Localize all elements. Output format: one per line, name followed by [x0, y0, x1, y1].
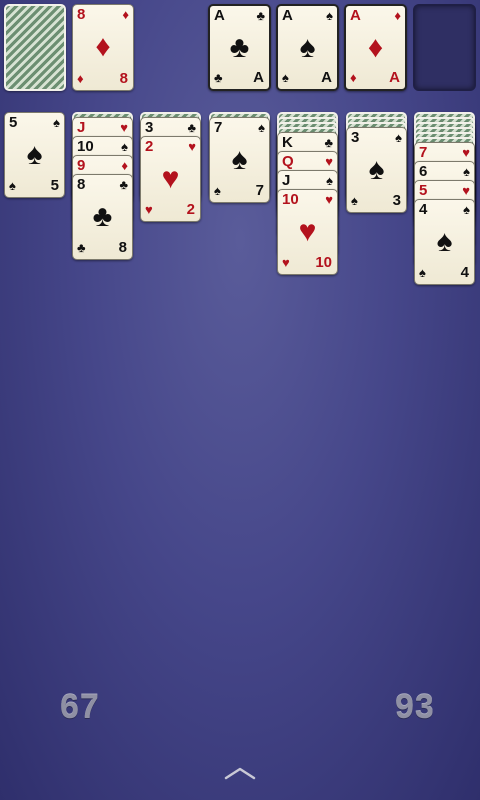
card-suit-icon: ♥ — [462, 183, 470, 198]
card-rank-bottom: 2 — [186, 201, 195, 218]
card-suit-center-icon: ♥ — [161, 162, 180, 195]
card-rank: A — [214, 7, 225, 24]
card-suit-center-icon: ♠ — [299, 31, 316, 64]
card-suit-bottom-icon: ♣ — [214, 70, 223, 85]
card-rank: 3 — [351, 129, 360, 146]
card-rank: 7 — [419, 144, 428, 161]
game-board: 8 ♦ ♦ ♦ 8 A♣♣♣AA♠♠♠AA♦♦♦A 5♠♠♠5J♥♥♥J10♠♠… — [0, 0, 480, 800]
card-suit-icon: ♥ — [325, 154, 333, 169]
tableau-card[interactable]: 2 ♥ ♥ ♥ 2 — [140, 136, 201, 222]
card-suit-bottom-icon: ♣ — [77, 240, 86, 255]
card-rank-bottom: 7 — [255, 182, 264, 199]
score-left: 67 — [60, 688, 100, 726]
card-rank: 5 — [9, 114, 18, 131]
card-suit-center-icon: ♣ — [92, 200, 113, 233]
tableau-card[interactable]: 3 ♠ ♠ ♠ 3 — [346, 127, 407, 213]
card-suit-icon: ♠ — [121, 139, 128, 154]
card-suit-icon: ♠ — [326, 8, 333, 23]
foundation-pile-2[interactable]: A ♠ ♠ ♠ A — [276, 4, 339, 91]
card-rank: 5 — [419, 182, 428, 199]
card-suit-icon: ♠ — [258, 120, 265, 135]
card-rank: 3 — [145, 119, 154, 136]
tableau-card[interactable]: 5 ♠ ♠ ♠ 5 — [4, 112, 65, 198]
card-rank: 10 — [77, 138, 94, 155]
card-suit-center-icon: ♠ — [368, 153, 385, 186]
foundation-pile-1[interactable]: A ♣ ♣ ♣ A — [208, 4, 271, 91]
card-suit-icon: ♦ — [121, 158, 128, 173]
card-rank: 9 — [77, 157, 86, 174]
card-suit-bottom-icon: ♠ — [282, 70, 289, 85]
card-suit-center-icon: ♥ — [298, 215, 317, 248]
chevron-up-icon[interactable] — [224, 764, 256, 782]
foundation-empty-slot[interactable] — [413, 4, 476, 91]
waste-rank-bottom: 8 — [119, 70, 128, 87]
card-rank: 4 — [419, 201, 428, 218]
tableau-card[interactable]: 8 ♣ ♣ ♣ 8 — [72, 174, 133, 260]
card-rank: 10 — [282, 191, 299, 208]
card-suit-center-icon: ♠ — [436, 225, 453, 258]
card-suit-bottom-icon: ♠ — [214, 183, 221, 198]
card-suit-center-icon: ♣ — [229, 31, 250, 64]
waste-suit-bottom-icon: ♦ — [77, 71, 84, 86]
card-rank-bottom: 8 — [118, 239, 127, 256]
card-rank: K — [282, 134, 293, 151]
card-suit-icon: ♥ — [188, 139, 196, 154]
card-suit-center-icon: ♠ — [26, 138, 43, 171]
card-rank-bottom: A — [389, 69, 400, 86]
tableau-card[interactable]: 10 ♥ ♥ ♥ 10 — [277, 189, 338, 275]
card-rank-bottom: 5 — [50, 177, 59, 194]
card-suit-bottom-icon: ♥ — [282, 255, 290, 270]
card-rank: A — [282, 7, 293, 24]
card-suit-icon: ♥ — [325, 192, 333, 207]
card-suit-icon: ♣ — [256, 8, 265, 23]
card-suit-bottom-icon: ♠ — [419, 265, 426, 280]
card-rank-bottom: 10 — [315, 254, 332, 271]
card-suit-icon: ♥ — [462, 145, 470, 160]
card-suit-center-icon: ♦ — [367, 31, 384, 64]
card-suit-icon: ♥ — [120, 120, 128, 135]
card-rank: 8 — [77, 176, 86, 193]
card-rank-bottom: A — [253, 69, 264, 86]
card-rank: 2 — [145, 138, 154, 155]
card-rank-bottom: 4 — [460, 264, 469, 281]
card-rank: J — [282, 172, 291, 189]
card-suit-icon: ♣ — [324, 135, 333, 150]
card-rank: J — [77, 119, 86, 136]
card-rank: 7 — [214, 119, 223, 136]
card-suit-icon: ♣ — [119, 177, 128, 192]
waste-suit-icon: ♦ — [122, 7, 129, 22]
card-suit-icon: ♠ — [463, 164, 470, 179]
card-suit-icon: ♠ — [395, 130, 402, 145]
card-suit-icon: ♠ — [326, 173, 333, 188]
stock-pile[interactable] — [4, 4, 66, 91]
card-rank: 6 — [419, 163, 428, 180]
tableau-card[interactable]: 4 ♠ ♠ ♠ 4 — [414, 199, 475, 285]
waste-rank: 8 — [77, 6, 86, 23]
card-suit-icon: ♠ — [463, 202, 470, 217]
card-suit-center-icon: ♠ — [231, 143, 248, 176]
card-suit-icon: ♣ — [187, 120, 196, 135]
card-suit-icon: ♠ — [53, 115, 60, 130]
score-right: 93 — [395, 688, 435, 726]
card-rank-bottom: A — [321, 69, 332, 86]
card-suit-bottom-icon: ♥ — [145, 202, 153, 217]
card-suit-bottom-icon: ♠ — [9, 178, 16, 193]
foundation-pile-3[interactable]: A ♦ ♦ ♦ A — [344, 4, 407, 91]
card-suit-icon: ♦ — [394, 8, 401, 23]
card-suit-bottom-icon: ♠ — [351, 193, 358, 208]
card-rank-bottom: 3 — [392, 192, 401, 209]
waste-pile[interactable]: 8 ♦ ♦ ♦ 8 — [72, 4, 134, 91]
tableau-card[interactable]: 7 ♠ ♠ ♠ 7 — [209, 117, 270, 203]
card-rank: A — [350, 7, 361, 24]
card-suit-bottom-icon: ♦ — [350, 70, 357, 85]
waste-suit-center-icon: ♦ — [95, 30, 111, 63]
card-rank: Q — [282, 153, 294, 170]
